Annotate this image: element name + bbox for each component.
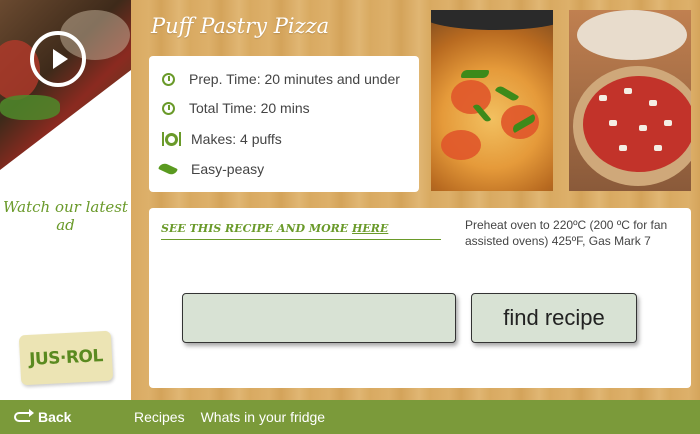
rolling-pin-icon [158, 160, 178, 178]
total-time-text: Total Time: 20 mins [189, 100, 310, 116]
here-link[interactable]: HERE [352, 222, 388, 235]
bottom-nav-bar: Back Recipes Whats in your fridge [0, 400, 700, 434]
pizza-photo [431, 10, 553, 191]
clock-icon [159, 70, 177, 88]
back-label: Back [38, 409, 72, 425]
plate-icon [159, 130, 183, 148]
info-row-difficulty: Easy-peasy [158, 160, 265, 178]
recipe-title: Puff Pastry Pizza [151, 14, 330, 38]
nav-link-recipes[interactable]: Recipes [134, 409, 185, 425]
difficulty-text: Easy-peasy [191, 161, 265, 177]
brand-logo: JUS·ROL [18, 330, 114, 386]
logo-text: JUS·ROL [28, 346, 104, 370]
recipe-main: Puff Pastry Pizza Prep. Time: 20 minutes… [131, 0, 700, 400]
back-button[interactable]: Back [14, 409, 134, 425]
info-row-prep: Prep. Time: 20 minutes and under [159, 70, 400, 88]
recipe-info-card: Prep. Time: 20 minutes and under Total T… [149, 56, 419, 192]
makes-text: Makes: 4 puffs [191, 131, 282, 147]
back-arrow-icon [14, 409, 34, 422]
prep-time-text: Prep. Time: 20 minutes and under [189, 71, 400, 87]
video-thumbnail[interactable] [0, 0, 131, 170]
timer-icon [159, 99, 177, 117]
preheat-text: Preheat oven to 220ºC (200 ºC for fan as… [465, 218, 668, 248]
play-icon [52, 49, 68, 69]
watch-ad-text[interactable]: Watch our latest ad [0, 198, 131, 234]
play-button[interactable] [30, 31, 86, 87]
find-recipe-button[interactable]: find recipe [471, 293, 637, 343]
info-row-total: Total Time: 20 mins [159, 99, 310, 117]
nav-link-fridge[interactable]: Whats in your fridge [201, 409, 326, 425]
recipe-search-card: SEE THIS RECIPE AND MORE HERE Preheat ov… [149, 208, 691, 388]
left-panel: Watch our latest ad JUS·ROL [0, 0, 131, 400]
see-link-prefix: SEE THIS RECIPE AND MORE [161, 222, 353, 235]
see-recipe-link[interactable]: SEE THIS RECIPE AND MORE HERE [161, 222, 441, 240]
recipe-search-input[interactable] [182, 293, 456, 343]
pizza-base-photo [569, 10, 691, 191]
info-row-makes: Makes: 4 puffs [159, 130, 282, 148]
